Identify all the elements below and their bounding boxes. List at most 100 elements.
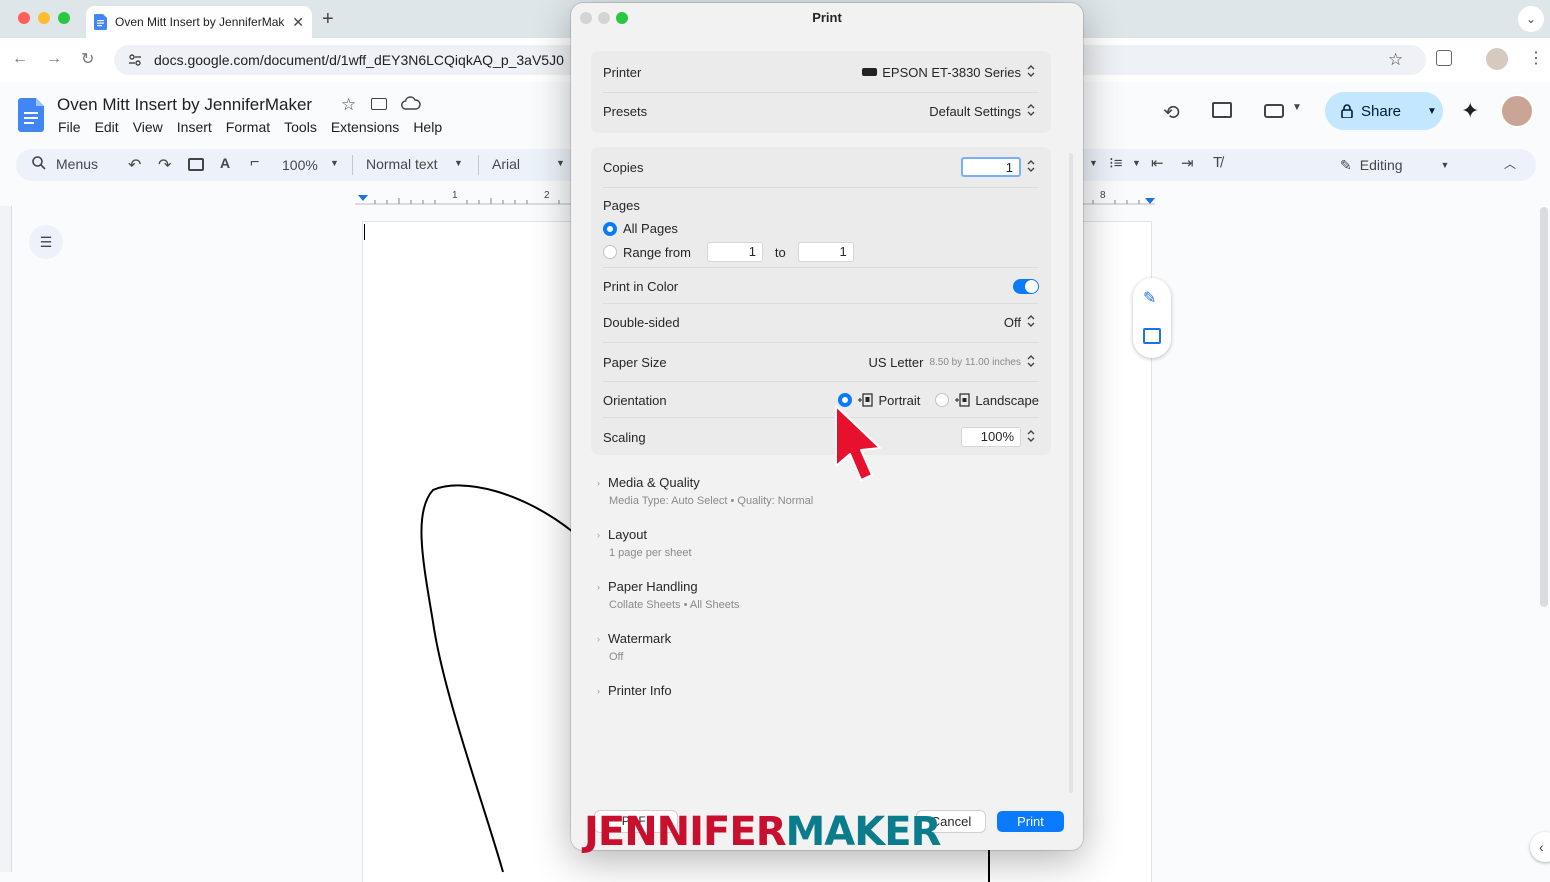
font-select[interactable]: Arial [492, 156, 520, 172]
paper-size-select[interactable]: US Letter 8.50 by 11.00 inches [869, 354, 1039, 370]
menu-insert[interactable]: Insert [177, 119, 212, 135]
user-avatar[interactable] [1502, 96, 1532, 126]
magic-pen-icon[interactable]: ✎ [1143, 288, 1156, 308]
bullet-dropdown-icon[interactable]: ▼ [1089, 158, 1098, 168]
zoom-dropdown-icon[interactable]: ▼ [330, 158, 339, 168]
meet-dropdown-icon[interactable]: ▼ [1292, 102, 1302, 113]
dialog-scrollbar[interactable] [1069, 153, 1073, 793]
editing-label: Editing [1359, 157, 1403, 173]
zoom-window-button[interactable] [58, 12, 70, 24]
increase-indent-icon[interactable]: ⇥ [1181, 154, 1194, 172]
site-settings-icon[interactable] [128, 53, 142, 67]
reload-icon[interactable]: ↻ [81, 49, 94, 69]
double-sided-select[interactable]: Off [1004, 314, 1039, 330]
add-comment-icon[interactable] [1143, 328, 1161, 344]
document-outline-icon[interactable]: ☰ [29, 225, 63, 259]
print-button[interactable]: Print [997, 811, 1064, 832]
section-subtitle: Media Type: Auto Select • Quality: Norma… [609, 495, 814, 507]
paint-format-icon[interactable]: ⌐ [250, 154, 259, 172]
minimize-window-button[interactable] [38, 12, 50, 24]
copies-stepper[interactable] [1027, 159, 1039, 175]
tab-search-chevron-icon[interactable]: ⌄ [1518, 6, 1544, 32]
url-text: docs.google.com/document/d/1wff_dEY3N6LC… [154, 52, 564, 68]
style-select[interactable]: Normal text [366, 156, 438, 172]
menu-extensions[interactable]: Extensions [331, 119, 399, 135]
section-watermark[interactable]: › Watermark Off [597, 631, 671, 663]
document-title[interactable]: Oven Mitt Insert by JenniferMaker [57, 95, 312, 115]
font-dropdown-icon[interactable]: ▼ [556, 158, 565, 168]
paper-size-dims: 8.50 by 11.00 inches [929, 356, 1021, 368]
landscape-label: Landscape [975, 392, 1039, 408]
all-pages-option[interactable]: All Pages [603, 221, 678, 236]
forward-icon[interactable]: → [46, 50, 62, 68]
menu-tools[interactable]: Tools [284, 119, 317, 135]
close-window-button[interactable] [18, 12, 30, 24]
browser-tab[interactable]: Oven Mitt Insert by JenniferMaker ✕ [86, 6, 312, 38]
all-pages-radio[interactable] [603, 221, 617, 236]
move-folder-icon[interactable] [371, 98, 387, 110]
share-button[interactable]: Share ▼ [1325, 92, 1443, 130]
range-to-input[interactable]: 1 [797, 242, 854, 262]
section-layout[interactable]: › Layout 1 page per sheet [597, 527, 692, 559]
side-floating-panel: ✎ [1133, 278, 1171, 358]
search-menus-input[interactable]: Menus [56, 156, 98, 172]
print-icon[interactable] [188, 158, 204, 171]
section-paper-handling[interactable]: › Paper Handling Collate Sheets • All She… [597, 579, 739, 611]
presets-select[interactable]: Default Settings [929, 103, 1039, 119]
profile-avatar[interactable] [1486, 48, 1508, 70]
range-radio[interactable] [603, 245, 617, 259]
docs-logo-icon[interactable] [18, 98, 44, 132]
zoom-select[interactable]: 100% [282, 157, 318, 173]
scaling-input[interactable]: 100% [961, 427, 1021, 447]
menu-help[interactable]: Help [413, 119, 442, 135]
decrease-indent-icon[interactable]: ⇤ [1151, 154, 1164, 172]
section-title: Media & Quality [608, 475, 700, 490]
bookmark-star-icon[interactable]: ☆ [1388, 50, 1403, 70]
version-history-icon[interactable]: ⟲ [1163, 100, 1180, 125]
section-media-quality[interactable]: › Media & Quality Media Type: Auto Select… [597, 475, 813, 507]
share-dropdown-icon[interactable]: ▼ [1427, 106, 1437, 117]
menu-format[interactable]: Format [226, 119, 270, 135]
disclosure-chevron-icon: › [597, 685, 600, 696]
browser-menu-icon[interactable]: ⋮ [1528, 48, 1544, 68]
copies-input[interactable]: 1 [961, 157, 1021, 177]
close-tab-icon[interactable]: ✕ [292, 14, 304, 31]
comments-icon[interactable] [1212, 102, 1232, 118]
editing-dropdown-icon: ▼ [1440, 160, 1450, 170]
star-icon[interactable]: ☆ [341, 95, 356, 115]
clear-formatting-icon[interactable]: T̸ [1213, 154, 1222, 171]
menu-view[interactable]: View [133, 119, 163, 135]
editing-mode-button[interactable]: ✎ Editing ▼ [1340, 152, 1480, 178]
section-printer-info[interactable]: › Printer Info [597, 683, 672, 698]
cloud-status-icon[interactable] [401, 96, 421, 110]
lock-icon [1341, 104, 1353, 118]
disclosure-chevron-icon: › [597, 477, 600, 488]
printer-select[interactable]: EPSON ET-3830 Series [862, 64, 1039, 80]
menu-file[interactable]: File [58, 119, 81, 135]
print-in-color-toggle[interactable] [1013, 278, 1039, 294]
extensions-icon[interactable] [1436, 50, 1452, 66]
scrollbar[interactable] [1540, 207, 1548, 607]
scaling-stepper[interactable] [1027, 429, 1039, 445]
menu-edit[interactable]: Edit [95, 119, 119, 135]
numbered-list-icon[interactable]: ⁝≡ [1109, 154, 1123, 172]
landscape-radio[interactable] [935, 393, 950, 407]
side-panel-toggle-icon[interactable]: ‹ [1530, 832, 1550, 862]
style-dropdown-icon[interactable]: ▼ [454, 158, 463, 168]
logo-part-jennifer: JENNIFER [584, 809, 786, 855]
dialog-title: Print [812, 10, 842, 25]
collapse-toolbar-icon[interactable]: ︿ [1504, 155, 1516, 172]
undo-icon[interactable]: ↶ [128, 155, 141, 175]
meet-icon[interactable] [1264, 104, 1284, 118]
back-icon[interactable]: ← [12, 50, 28, 68]
docs-favicon-icon [94, 14, 107, 30]
numbered-list-dropdown-icon[interactable]: ▼ [1132, 158, 1141, 168]
redo-icon[interactable]: ↷ [158, 155, 171, 175]
printer-value: EPSON ET-3830 Series [882, 64, 1021, 80]
range-option[interactable]: Range from 1 to 1 [603, 242, 854, 262]
gemini-sparkle-icon[interactable]: ✦ [1461, 98, 1479, 124]
new-tab-icon[interactable]: + [322, 8, 334, 31]
spellcheck-icon[interactable]: A [220, 155, 230, 171]
range-from-input[interactable]: 1 [706, 242, 763, 262]
search-icon[interactable] [32, 156, 46, 170]
